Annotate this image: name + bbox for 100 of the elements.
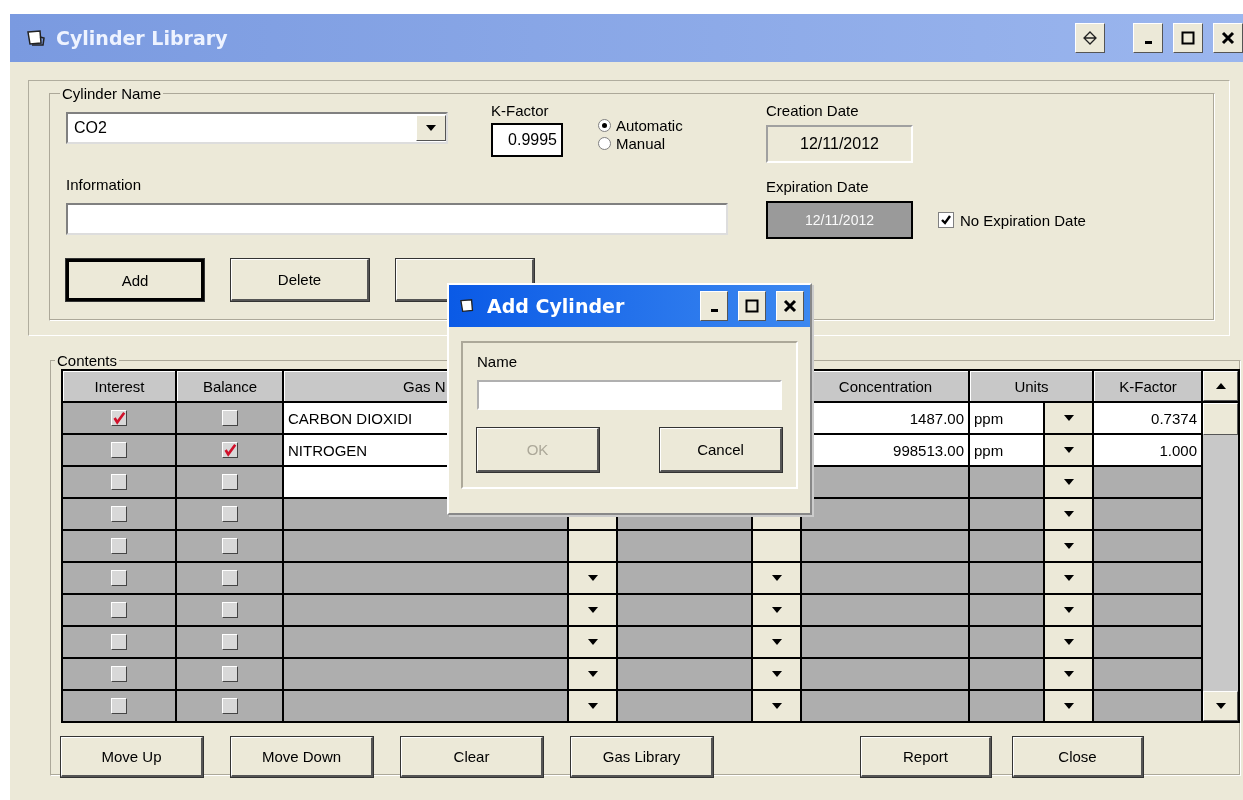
dropdown-button[interactable] [1045,467,1092,497]
dropdown-arrow-icon[interactable] [1063,479,1074,485]
maximize-icon [745,299,759,313]
action-button[interactable]: Move Up [61,737,203,777]
action-button[interactable]: Delete [231,259,369,301]
dropdown-arrow-icon[interactable] [587,607,598,613]
interest-checkbox[interactable] [111,634,127,650]
interest-checkbox[interactable] [111,506,127,522]
interest-checkbox[interactable] [111,474,127,490]
dropdown-button[interactable] [1045,403,1092,433]
information-field[interactable] [66,203,728,235]
dropdown-arrow-icon[interactable] [1063,511,1074,517]
dropdown-arrow-icon[interactable] [1063,671,1074,677]
dropdown-button[interactable] [569,659,616,689]
action-button[interactable]: Move Down [231,737,373,777]
dropdown-arrow-icon[interactable] [771,703,782,709]
k-factor-field[interactable]: 0.9995 [491,123,563,157]
dropdown-button[interactable] [1045,659,1092,689]
action-button[interactable]: Report [861,737,991,777]
minimize-icon [710,309,718,312]
dropdown-arrow-icon[interactable] [1063,607,1074,613]
action-button[interactable]: Clear [401,737,543,777]
dropdown-arrow-icon[interactable] [587,575,598,581]
close-button[interactable] [776,291,804,321]
interest-checkbox[interactable] [111,602,127,618]
scroll-down-button[interactable] [1203,691,1238,721]
dropdown-arrow-icon[interactable] [1063,639,1074,645]
group-label: Cylinder Name [61,85,163,102]
minimize-button[interactable] [700,291,728,321]
maximize-button[interactable] [1173,23,1203,53]
balance-checkbox[interactable] [221,570,238,586]
dropdown-button[interactable] [753,563,800,593]
interest-checkbox[interactable] [111,538,127,554]
minimize-button[interactable] [1133,23,1163,53]
dropdown-button[interactable] [569,627,616,657]
dropdown-arrow-icon[interactable] [1063,703,1074,709]
scroll-up-button[interactable] [1203,371,1238,401]
scrollbar[interactable] [1203,403,1238,721]
dropdown-arrow-icon[interactable] [587,703,598,709]
dropdown-arrow-icon[interactable] [771,671,782,677]
dropdown-arrow-icon[interactable] [771,575,782,581]
dropdown-button[interactable] [1045,563,1092,593]
dropdown-button[interactable] [1045,691,1092,721]
balance-checkbox[interactable] [221,506,238,522]
dialog-button[interactable]: Cancel [660,428,782,472]
close-icon [1221,31,1235,45]
maximize-button[interactable] [738,291,766,321]
interest-checkbox[interactable] [111,442,127,458]
table-cell: ppm [970,435,1043,465]
radio-option[interactable]: Manual [598,134,728,152]
dialog-title: Add Cylinder [487,295,625,317]
dropdown-arrow-icon[interactable] [587,639,598,645]
name-input[interactable] [477,380,782,410]
balance-checkbox[interactable] [221,666,238,682]
close-button[interactable] [1213,23,1243,53]
radio-option[interactable]: Automatic [598,116,728,134]
balance-checkbox[interactable] [221,538,238,554]
pin-button[interactable] [1075,23,1105,53]
balance-checkbox[interactable] [221,698,238,714]
app-icon [26,29,46,47]
dropdown-arrow-icon [426,125,436,131]
dropdown-arrow-icon[interactable] [587,671,598,677]
action-button[interactable]: Close [1013,737,1143,777]
balance-checkbox[interactable] [221,634,238,650]
dropdown-arrow-icon[interactable] [1063,447,1074,453]
interest-checkbox[interactable] [111,698,127,714]
action-button[interactable]: Gas Library [571,737,713,777]
dropdown-arrow-icon[interactable] [1063,415,1074,421]
column-header: Units [970,371,1092,401]
dropdown-button[interactable] [753,659,800,689]
field-label: Creation Date [766,102,860,119]
balance-checkbox[interactable] [221,442,238,458]
dropdown-button[interactable] [753,627,800,657]
dropdown-arrow-icon[interactable] [771,607,782,613]
balance-checkbox[interactable] [221,474,238,490]
table-cell: 0.7374 [1094,403,1201,433]
balance-checkbox[interactable] [221,410,238,426]
action-button[interactable]: Add [66,259,204,301]
dropdown-button[interactable] [1045,531,1092,561]
dropdown-arrow-icon[interactable] [771,639,782,645]
interest-checkbox[interactable] [111,570,127,586]
dropdown-button[interactable] [569,563,616,593]
interest-checkbox[interactable] [111,666,127,682]
interest-checkbox[interactable] [111,410,127,426]
dropdown-button[interactable] [1045,435,1092,465]
balance-checkbox[interactable] [221,602,238,618]
up-arrow-icon [1215,383,1226,389]
dropdown-button[interactable] [1045,627,1092,657]
no-expiration-checkbox[interactable]: No Expiration Date [938,211,1198,229]
dropdown-arrow-icon[interactable] [1063,575,1074,581]
diamond-icon [1083,31,1097,45]
dropdown-button[interactable] [569,595,616,625]
dropdown-arrow-icon[interactable] [1063,543,1074,549]
cylinder-name-dropdown[interactable]: CO2 [66,112,448,144]
dropdown-button[interactable] [569,691,616,721]
dropdown-button[interactable] [753,595,800,625]
scroll-thumb[interactable] [1203,403,1238,435]
dropdown-button[interactable] [753,691,800,721]
dropdown-button[interactable] [1045,595,1092,625]
dropdown-button[interactable] [1045,499,1092,529]
